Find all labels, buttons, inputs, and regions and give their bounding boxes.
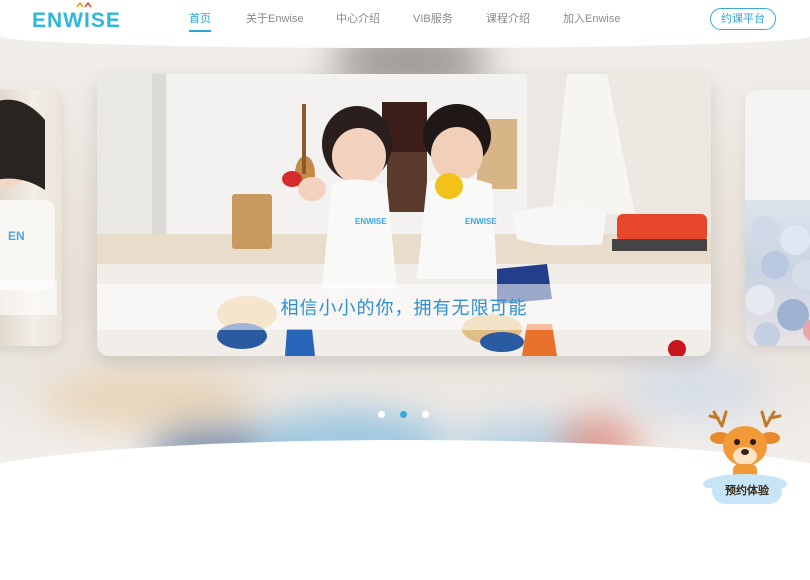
bottom-curve [0,440,810,580]
svg-text:ENWISE: ENWISE [355,217,387,226]
logo-text: ENWISE [32,9,121,32]
bg-blob [40,370,260,430]
site-header: ENWISE 首页 关于Enwise 中心介绍 VIB服务 课程介绍 加入Enw… [0,0,810,48]
nav-item-centers[interactable]: 中心介绍 [336,10,380,26]
svg-text:EN: EN [8,229,25,243]
prev-slide-image: EN [0,99,57,315]
carousel-dot-2[interactable] [400,411,407,418]
nav-item-about[interactable]: 关于Enwise [246,10,303,26]
nav-item-label: 课程介绍 [486,13,530,25]
carousel-next-slide[interactable] [745,90,810,346]
next-slide-image [745,90,810,346]
logo-accent-icon [76,2,92,8]
nav-item-label: VIB服务 [413,13,453,25]
nav-item-home[interactable]: 首页 [189,10,211,26]
nav-item-vib[interactable]: VIB服务 [413,10,453,26]
nav-item-label: 加入Enwise [563,13,621,25]
nav-active-indicator [189,30,211,32]
carousel-dot-3[interactable] [422,411,429,418]
book-trial-widget[interactable]: 预约体验 [700,408,792,510]
carousel-prev-slide[interactable]: EN [0,90,62,346]
logo[interactable]: ENWISE [32,9,121,33]
deer-mascot-icon [703,410,787,494]
nav-item-label: 中心介绍 [336,13,380,25]
nav-item-label: 首页 [189,13,211,25]
booking-platform-button[interactable]: 约课平台 [710,8,776,30]
nav-item-label: 关于Enwise [246,13,304,25]
book-trial-button[interactable]: 预约体验 [712,478,782,504]
hero-caption-band: 相信小小的你，拥有无限可能 [97,284,711,330]
book-trial-label: 预约体验 [725,485,769,497]
nav-item-courses[interactable]: 课程介绍 [486,10,530,26]
hero-caption: 相信小小的你，拥有无限可能 [280,298,528,319]
booking-platform-label: 约课平台 [721,13,765,25]
nav-item-join[interactable]: 加入Enwise [563,10,620,26]
carousel-dot-1[interactable] [378,411,385,418]
svg-text:ENWISE: ENWISE [465,217,497,226]
